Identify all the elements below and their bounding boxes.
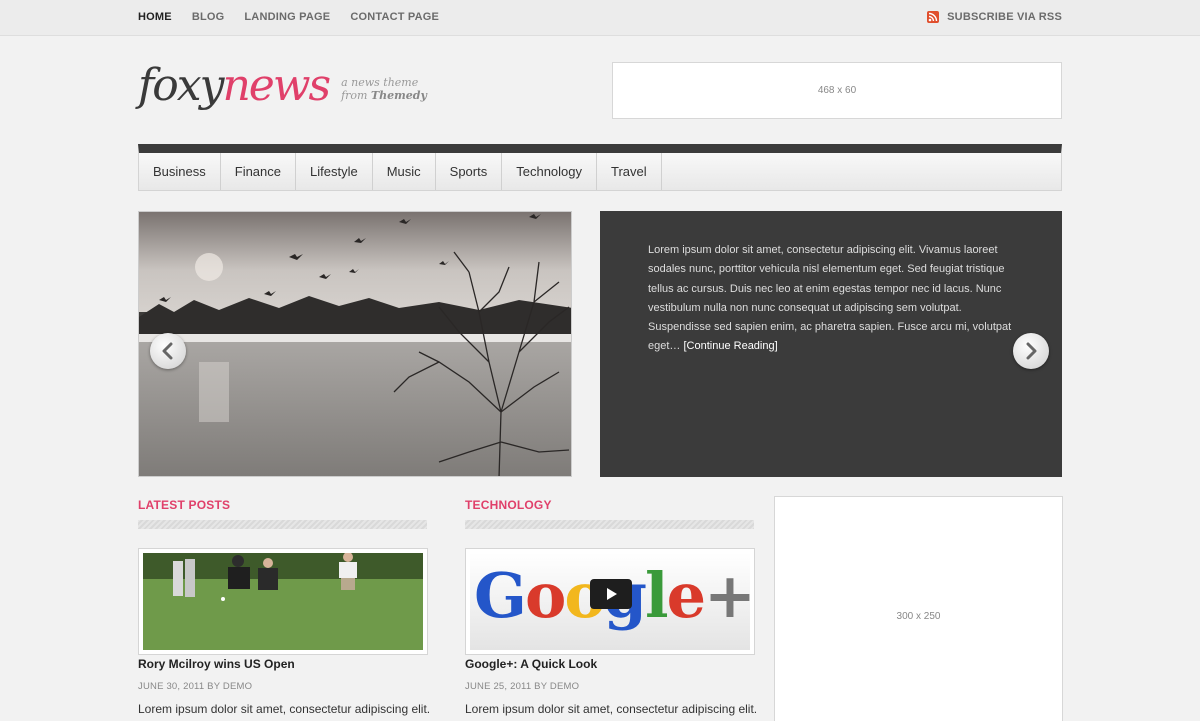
logo-wordmark: foxynews: [138, 60, 331, 112]
category-finance[interactable]: Finance: [221, 153, 296, 190]
chevron-left-icon: [162, 342, 173, 360]
top-nav: HOME BLOG LANDING PAGE CONTACT PAGE: [138, 11, 459, 23]
category-nav: Business Finance Lifestyle Music Sports …: [138, 144, 1062, 191]
logo-tagline-prefix: from: [341, 89, 368, 102]
top-nav-home[interactable]: HOME: [138, 11, 172, 23]
category-music[interactable]: Music: [373, 153, 436, 190]
rss-subscribe-link[interactable]: SUBSCRIBE VIA RSS: [927, 11, 1062, 23]
category-business[interactable]: Business: [139, 153, 221, 190]
technology-post-excerpt: Lorem ipsum dolor sit amet, consectetur …: [465, 702, 758, 716]
sidebar-ad-label: 300 x 250: [896, 610, 941, 622]
top-nav-landing-page[interactable]: LANDING PAGE: [244, 11, 330, 23]
sidebar-ad-box[interactable]: 300 x 250: [774, 496, 1063, 721]
category-lifestyle[interactable]: Lifestyle: [296, 153, 373, 190]
logo-part-foxy: foxy: [138, 60, 224, 111]
top-nav-blog[interactable]: BLOG: [192, 11, 225, 23]
logo-tagline-line2: from Themedy: [341, 89, 427, 102]
category-technology[interactable]: Technology: [502, 153, 598, 190]
header-ad-label: 468 x 60: [817, 85, 857, 96]
category-travel[interactable]: Travel: [597, 153, 662, 190]
play-button[interactable]: [590, 579, 632, 609]
featured-slide-text: Lorem ipsum dolor sit amet, consectetur …: [600, 211, 1062, 477]
technology-post-meta: JUNE 25, 2011 BY DEMO: [465, 681, 580, 692]
technology-heading: TECHNOLOGY: [465, 498, 552, 512]
slide-excerpt: Lorem ipsum dolor sit amet, consectetur …: [648, 241, 1020, 357]
site-logo[interactable]: foxynews a news theme from Themedy: [138, 60, 427, 112]
rss-label: SUBSCRIBE VIA RSS: [947, 11, 1062, 23]
technology-divider: [465, 520, 754, 529]
top-nav-contact-page[interactable]: CONTACT PAGE: [350, 11, 439, 23]
latest-post-excerpt: Lorem ipsum dolor sit amet, consectetur …: [138, 702, 431, 716]
latest-posts-heading: LATEST POSTS: [138, 498, 231, 512]
chevron-right-icon: [1026, 342, 1037, 360]
rss-icon: [927, 11, 940, 23]
slider-prev-button[interactable]: [150, 333, 186, 369]
logo-part-news: news: [222, 60, 331, 111]
header-ad-banner[interactable]: 468 x 60: [612, 62, 1062, 119]
latest-post-meta: JUNE 30, 2011 BY DEMO: [138, 681, 253, 692]
featured-slide-image[interactable]: [138, 211, 572, 477]
logo-tagline-line1: a news theme: [341, 76, 419, 89]
play-icon: [607, 588, 617, 600]
latest-post-thumbnail[interactable]: [138, 548, 428, 655]
top-bar: HOME BLOG LANDING PAGE CONTACT PAGE SUBS…: [0, 0, 1200, 36]
latest-post-title[interactable]: Rory Mcilroy wins US Open: [138, 657, 295, 671]
logo-tagline: a news theme from Themedy: [341, 76, 427, 102]
latest-posts-divider: [138, 520, 427, 529]
technology-post-thumbnail[interactable]: Google+: [465, 548, 755, 655]
logo-tagline-brand: Themedy: [370, 89, 427, 102]
slider-next-button[interactable]: [1013, 333, 1049, 369]
technology-post-title[interactable]: Google+: A Quick Look: [465, 657, 597, 671]
category-sports[interactable]: Sports: [436, 153, 503, 190]
continue-reading-link[interactable]: [Continue Reading]: [683, 340, 777, 352]
slide-excerpt-text: Lorem ipsum dolor sit amet, consectetur …: [648, 244, 1012, 353]
